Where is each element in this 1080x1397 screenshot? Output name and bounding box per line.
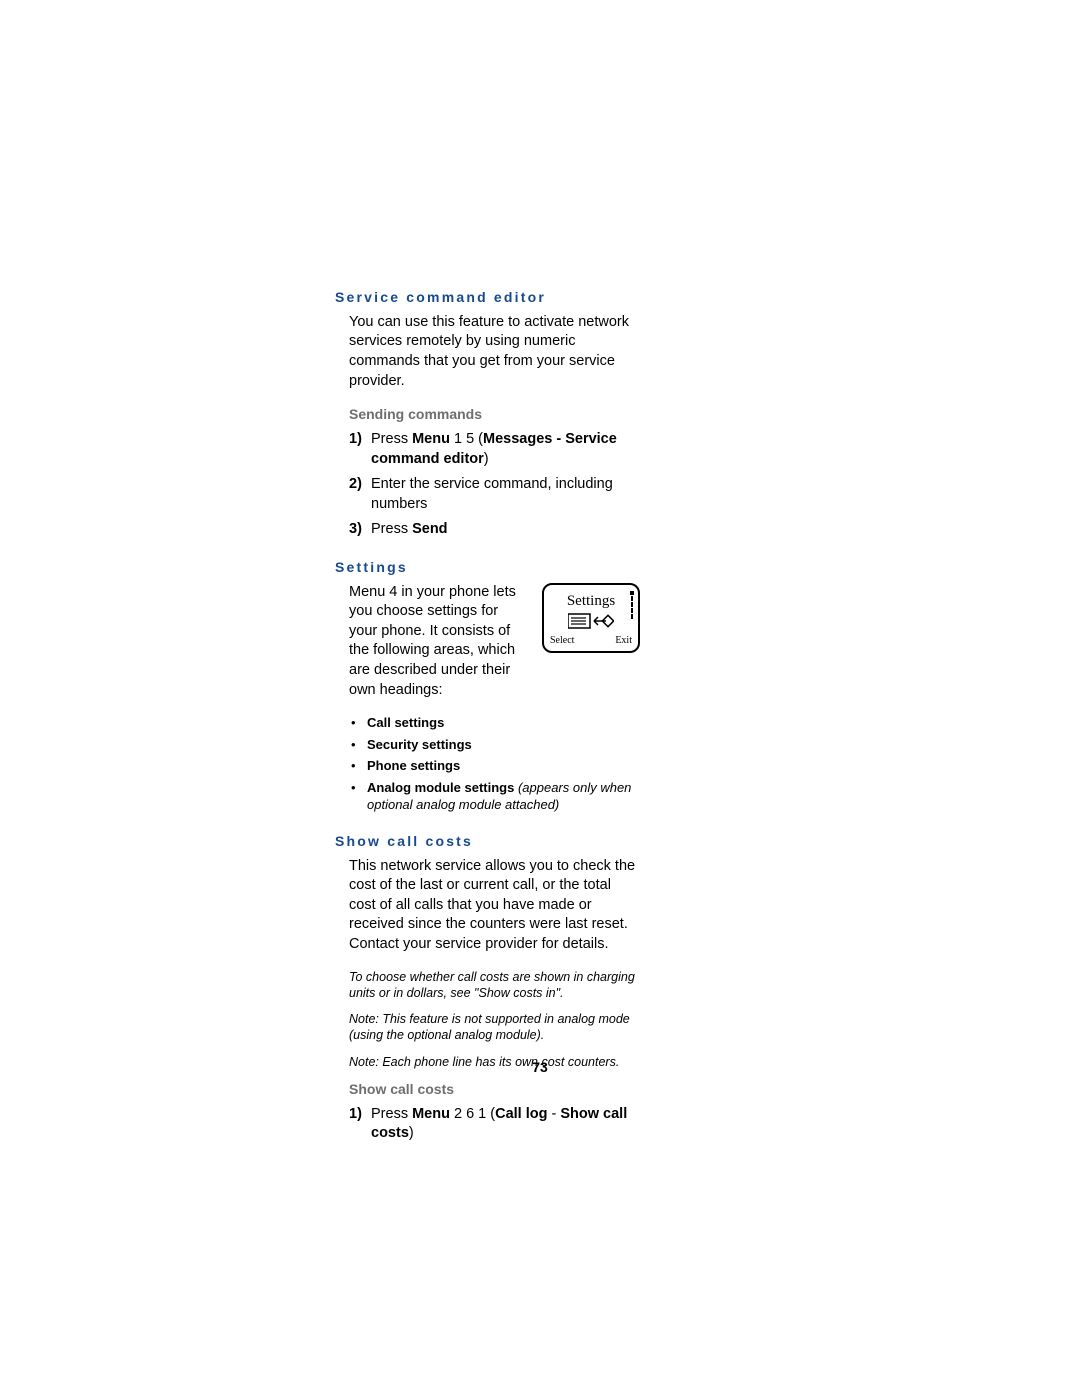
softkey-row: Select Exit — [550, 634, 632, 648]
screen-title: Settings — [544, 591, 638, 611]
heading-show-call-costs: Show call costs — [335, 832, 640, 851]
step-2: 2) Enter the service command, including … — [349, 475, 640, 514]
step-text: Press Menu 2 6 1 (Call log - Show call c… — [371, 1106, 627, 1142]
bullet-icon: • — [351, 757, 356, 775]
softkey-exit: Exit — [615, 634, 632, 648]
step-3: 3) Press Send — [349, 520, 640, 540]
steps-sending-commands: 1) Press Menu 1 5 (Messages - Service co… — [349, 430, 640, 540]
subheading-sending-commands: Sending commands — [349, 405, 640, 424]
phone-screen-illustration: Settings Select Exit — [542, 583, 640, 653]
step-text: Enter the service command, including num… — [371, 476, 613, 512]
list-item: •Security settings — [349, 736, 640, 754]
manual-page: Service command editor You can use this … — [0, 0, 1080, 1397]
note-analog-mode: Note: This feature is not supported in a… — [349, 1011, 640, 1044]
list-item: •Call settings — [349, 714, 640, 732]
heading-service-command-editor: Service command editor — [335, 288, 640, 307]
step-1: 1) Press Menu 1 5 (Messages - Service co… — [349, 430, 640, 469]
para-service-command: You can use this feature to activate net… — [349, 313, 640, 391]
bullet-icon: • — [351, 779, 356, 797]
settings-block: Menu 4 in your phone lets you choose set… — [335, 583, 640, 700]
step-text: Press Send — [371, 521, 448, 537]
softkey-select: Select — [550, 634, 574, 648]
list-item: •Analog module settings (appears only wh… — [349, 779, 640, 814]
settings-list-icon — [568, 613, 614, 629]
subheading-show-call-costs: Show call costs — [349, 1080, 640, 1099]
bullet-icon: • — [351, 736, 356, 754]
settings-bullet-list: •Call settings •Security settings •Phone… — [349, 714, 640, 814]
page-number: 73 — [0, 1058, 1080, 1077]
para-settings: Menu 4 in your phone lets you choose set… — [349, 583, 527, 700]
content-column: Service command editor You can use this … — [335, 288, 640, 1144]
step-1: 1) Press Menu 2 6 1 (Call log - Show cal… — [349, 1105, 640, 1144]
heading-settings: Settings — [335, 558, 640, 577]
note-costs-units: To choose whether call costs are shown i… — [349, 969, 640, 1002]
list-item: •Phone settings — [349, 757, 640, 775]
step-number: 1) — [349, 1105, 362, 1125]
steps-show-call-costs: 1) Press Menu 2 6 1 (Call log - Show cal… — [349, 1105, 640, 1144]
signal-indicator-icon — [630, 591, 634, 629]
bullet-icon: • — [351, 714, 356, 732]
step-number: 1) — [349, 430, 362, 450]
step-number: 3) — [349, 520, 362, 540]
step-number: 2) — [349, 475, 362, 495]
step-text: Press Menu 1 5 (Messages - Service comma… — [371, 431, 617, 467]
para-show-call-costs: This network service allows you to check… — [349, 857, 640, 955]
